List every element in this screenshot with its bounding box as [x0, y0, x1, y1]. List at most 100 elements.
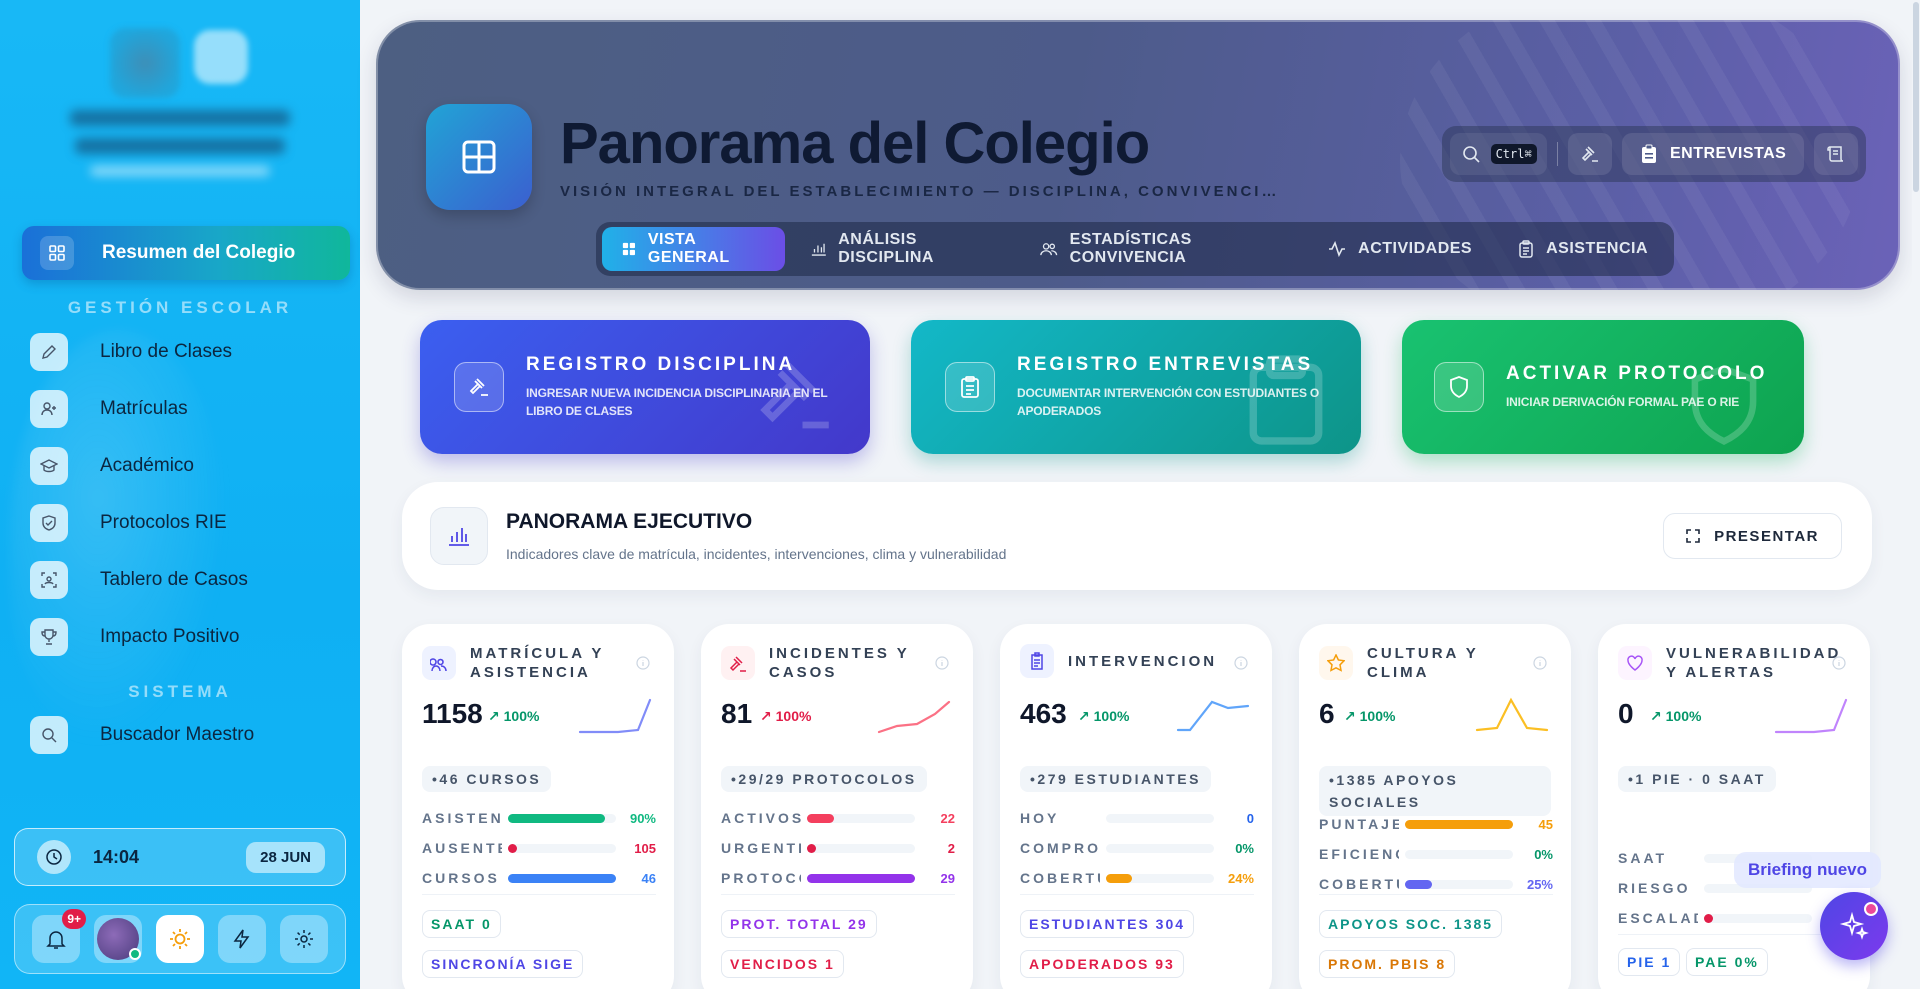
scroll-log-button[interactable]	[1814, 133, 1858, 175]
theme-toggle-button[interactable]	[156, 915, 204, 963]
page-scrollbar[interactable]	[1912, 0, 1920, 989]
quick-actions-button[interactable]	[218, 915, 266, 963]
metric-delta: ↗ 100%	[1344, 708, 1396, 724]
clipboard-icon	[945, 362, 995, 412]
metric-row-label: PUNTAJE	[1319, 816, 1399, 832]
tab-actividades[interactable]: ACTIVIDADES	[1308, 227, 1492, 271]
grid-icon	[40, 236, 74, 270]
metric-row-value: 45	[1538, 816, 1553, 832]
info-icon[interactable]	[636, 656, 650, 675]
info-icon[interactable]	[1533, 656, 1547, 675]
clipboard-watermark-icon	[1249, 355, 1323, 445]
tab-vista-general[interactable]: VISTA GENERAL	[602, 227, 785, 271]
metric-row-label: CURSOS	[422, 870, 500, 886]
info-icon[interactable]	[1832, 656, 1846, 675]
sparkles-icon	[1839, 911, 1869, 940]
card-divider	[1618, 934, 1852, 935]
sidebar-item-academico[interactable]: Académico	[30, 446, 194, 486]
metric-tag: SAAT 0	[422, 910, 501, 938]
graduation-cap-icon	[30, 447, 68, 485]
interviews-label: ENTREVISTAS	[1669, 145, 1787, 162]
activar-protocolo-card[interactable]: ACTIVAR PROTOCOLO INICIAR DERIVACIÓN FOR…	[1402, 320, 1804, 454]
section-title-gestion: GESTIÓN ESCOLAR	[67, 298, 293, 317]
metric-row-value: 0%	[1534, 846, 1553, 862]
present-button[interactable]: PRESENTAR	[1663, 513, 1842, 559]
gavel-icon	[454, 362, 504, 412]
metric-card-title: MATRÍCULA Y ASISTENCIA	[470, 645, 605, 681]
metric-tag: SINCRONÍA SIGE	[422, 950, 584, 978]
tab-estadisticas-convivencia[interactable]: ESTADÍSTICAS CONVIVENCIA	[1020, 227, 1302, 271]
metric-row: PUNTAJE 45	[1319, 814, 1553, 834]
page-header: Panorama del Colegio VISIÓN INTEGRAL DEL…	[376, 20, 1900, 290]
profile-button[interactable]	[94, 915, 142, 963]
sidebar-item-label: Académico	[100, 455, 194, 476]
metric-delta: ↗ 100%	[760, 708, 812, 724]
discipline-quick-button[interactable]	[1568, 133, 1612, 175]
metric-card[interactable]: INCIDENTES Y CASOS 81 ↗ 100% •29/29 PROT…	[701, 624, 973, 989]
sidebar-toolbar: 9+	[14, 904, 346, 974]
sidebar-item-matriculas[interactable]: Matrículas	[30, 389, 188, 429]
clock-widget: 14:04 28 JUN	[14, 828, 346, 886]
scrollbar-thumb[interactable]	[1913, 2, 1919, 192]
sidebar-item-label: Impacto Positivo	[100, 626, 240, 647]
trophy-icon	[30, 618, 68, 656]
metric-row-value: 46	[641, 870, 656, 886]
sidebar-item-protocolos[interactable]: Protocolos RIE	[30, 503, 227, 543]
metric-row: PROTOCOLOS 29	[721, 868, 955, 888]
clipboard-list-icon	[1519, 240, 1533, 258]
interviews-button[interactable]: ENTREVISTAS	[1621, 133, 1805, 175]
registro-disciplina-card[interactable]: REGISTRO DISCIPLINA INGRESAR NUEVA INCID…	[420, 320, 870, 454]
school-logo	[110, 28, 180, 98]
page-title: Panorama del Colegio	[560, 111, 1150, 176]
metric-row-label: HOY	[1020, 810, 1060, 826]
metric-tag: APOYOS SOC. 1385	[1319, 910, 1503, 938]
clipboard-icon	[1020, 644, 1054, 678]
scan-user-icon	[30, 561, 68, 599]
info-icon[interactable]	[935, 656, 949, 675]
metric-card-header: MATRÍCULA Y ASISTENCIA	[422, 644, 638, 682]
school-logo-secondary	[194, 30, 248, 84]
metric-card-header: INCIDENTES Y CASOS	[721, 644, 937, 682]
metric-card[interactable]: CULTURA Y CLIMA 6 ↗ 100% •1385 APOYOS SO…	[1299, 624, 1571, 989]
metric-row-value: 105	[634, 840, 656, 856]
sidebar-item-libro-clases[interactable]: Libro de Clases	[30, 332, 232, 372]
heart-icon	[1618, 646, 1652, 680]
search-button[interactable]: Ctrl⌘	[1450, 133, 1548, 175]
sidebar-item-tablero-casos[interactable]: Tablero de Casos	[30, 560, 248, 600]
tab-analisis-disciplina[interactable]: ANÁLISIS DISCIPLINA	[791, 227, 1015, 271]
progress-bar	[807, 813, 915, 823]
briefing-tooltip[interactable]: Briefing nuevo	[1734, 852, 1882, 888]
settings-button[interactable]	[280, 915, 328, 963]
progress-bar	[1106, 843, 1214, 853]
ai-assistant-button[interactable]	[1820, 892, 1888, 960]
metric-row: EFICIENCIA 0%	[1319, 844, 1553, 864]
section-title: PANORAMA EJECUTIVO	[506, 510, 753, 533]
metric-row-label: EFICIENCIA	[1319, 846, 1399, 862]
sidebar: Resumen del Colegio GESTIÓN ESCOLAR Libr…	[0, 0, 360, 989]
registro-entrevistas-card[interactable]: REGISTRO ENTREVISTAS DOCUMENTAR INTERVEN…	[911, 320, 1361, 454]
metric-card[interactable]: INTERVENCION 463 ↗ 100% •279 ESTUDIANTES…	[1000, 624, 1272, 989]
metric-pill: •1 PIE · 0 SAAT	[1618, 766, 1776, 792]
notifications-button[interactable]: 9+	[32, 909, 86, 963]
metric-row: ACTIVOS 22	[721, 808, 955, 828]
dashboard-icon	[426, 104, 532, 210]
card-divider	[1319, 894, 1553, 895]
sidebar-item-label: Libro de Clases	[100, 341, 233, 362]
tab-asistencia[interactable]: ASISTENCIA	[1498, 227, 1668, 271]
sidebar-item-buscador[interactable]: Buscador Maestro	[30, 715, 254, 755]
header-tabs: VISTA GENERAL ANÁLISIS DISCIPLINA ESTADÍ…	[596, 222, 1674, 276]
metric-tag: PIE 1	[1618, 948, 1681, 976]
metric-card[interactable]: MATRÍCULA Y ASISTENCIA 1158 ↗ 100% •46 C…	[402, 624, 674, 989]
clock-icon	[37, 840, 71, 874]
metric-row-label: COBERTURA	[1020, 870, 1100, 886]
progress-bar-fill	[508, 873, 616, 883]
metric-card-header: VULNERABILIDAD Y ALERTAS	[1618, 644, 1838, 682]
tab-label: VISTA GENERAL	[647, 231, 730, 266]
info-icon[interactable]	[1234, 656, 1248, 675]
sidebar-item-impacto[interactable]: Impacto Positivo	[30, 617, 239, 657]
metric-tag: ESTUDIANTES 304	[1020, 910, 1195, 938]
card-divider	[422, 894, 656, 895]
sidebar-item-label: Matrículas	[100, 398, 188, 419]
sparkline	[877, 700, 951, 734]
sidebar-item-resumen[interactable]: Resumen del Colegio	[22, 226, 350, 280]
